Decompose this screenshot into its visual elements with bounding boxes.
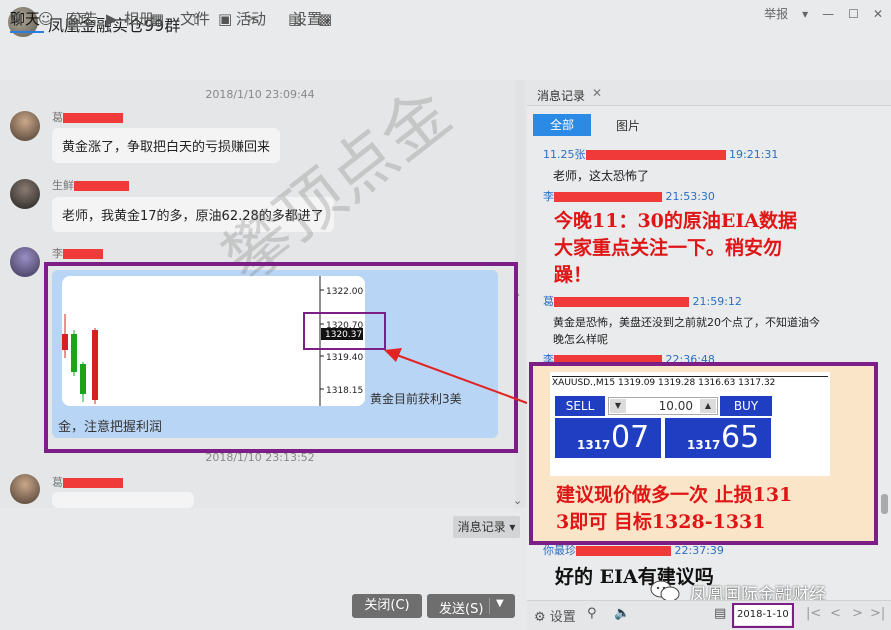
emoji-icon[interactable]: ☺: [38, 10, 54, 28]
next-page-icon[interactable]: >: [852, 606, 863, 621]
video-icon[interactable]: ▶: [106, 10, 118, 28]
maximize-icon[interactable]: ☐: [848, 7, 859, 21]
message-timestamp: 2018/1/10 23:09:44: [205, 88, 315, 101]
message-bubble: [52, 492, 194, 508]
message-bubble: 老师，我黄金17的多，原油62.28的多都进了: [52, 197, 334, 232]
gift-icon[interactable]: ▣: [218, 10, 232, 28]
highlight-frame-advice: [529, 362, 878, 545]
settings-control[interactable]: ⚙ 设置: [534, 606, 576, 625]
history-scrollbar[interactable]: [880, 137, 889, 597]
sender-name: 葛: [52, 474, 123, 490]
message-history-button[interactable]: 消息记录 ▾: [453, 516, 520, 538]
calendar-icon[interactable]: ▤: [714, 606, 726, 621]
filter-images-button[interactable]: 图片: [616, 117, 640, 134]
message-bubble: 黄金涨了，争取把白天的亏损赚回来: [52, 128, 281, 163]
history-entry-time: 21:53:30: [665, 190, 715, 203]
dropdown-icon[interactable]: ▾: [802, 7, 808, 21]
image-icon[interactable]: ▦: [150, 10, 164, 28]
history-entry-header: 葛 21:59:12: [543, 293, 742, 309]
history-entry-name: 李: [543, 190, 554, 203]
sender-name: 葛: [52, 109, 123, 125]
sender-name: 李: [52, 245, 103, 261]
sender-name-text: 李: [52, 247, 63, 260]
message-history-label: 消息记录: [457, 520, 506, 534]
highlight-frame-date: [732, 603, 794, 628]
gear-icon: ⚙: [534, 610, 546, 625]
report-link[interactable]: 举报: [764, 5, 788, 22]
active-tab-indicator: [10, 31, 44, 33]
more-icon[interactable]: ▩: [318, 10, 332, 28]
close-button[interactable]: 关闭(C): [352, 594, 422, 618]
history-tab[interactable]: 消息记录: [537, 87, 585, 104]
history-entry-header: 李 21:53:30: [543, 188, 715, 204]
scissors-icon[interactable]: ✂: [247, 10, 260, 28]
upload-icon[interactable]: ⇧: [190, 10, 203, 28]
redaction-bar: [576, 546, 671, 556]
first-page-icon[interactable]: |<: [806, 606, 821, 621]
gif-icon[interactable]: GIF: [67, 13, 90, 27]
send-options-icon[interactable]: ▼: [496, 598, 504, 609]
close-history-icon[interactable]: ✕: [592, 86, 602, 100]
prev-page-icon[interactable]: <: [830, 606, 841, 621]
history-entry-time: 22:37:39: [674, 544, 724, 557]
minimize-icon[interactable]: —: [822, 7, 834, 21]
history-entry-text: 黄金是恐怖，美盘还没到之前就20个点了，不知道油今晚怎么样呢: [553, 316, 820, 346]
redaction-bar: [63, 478, 123, 488]
history-entry-name: 11.25张: [543, 148, 586, 161]
scroll-down-icon[interactable]: ⌄: [513, 494, 522, 507]
history-entry-header: 你最珍 22:37:39: [543, 542, 724, 558]
speaker-icon[interactable]: 🔈: [614, 606, 630, 621]
history-entry-time: 21:59:12: [692, 295, 742, 308]
avatar[interactable]: [10, 111, 40, 141]
highlighted-message-line: 今晚11：30的原油EIA数据: [554, 210, 797, 232]
send-button[interactable]: 发送(S) ▼: [427, 594, 515, 618]
sender-name-text: 生鲜: [52, 179, 74, 192]
sender-name: 生鲜: [52, 177, 129, 193]
redaction-bar: [63, 113, 123, 123]
settings-label: 设置: [549, 610, 576, 625]
history-entry-text: 老师，这太恐怖了: [553, 169, 650, 183]
send-separator: [489, 598, 490, 614]
sender-name-text: 葛: [52, 476, 63, 489]
history-entry-time: 19:21:31: [729, 148, 779, 161]
window-controls: 举报 ▾ — ☐ ✕: [764, 5, 883, 22]
redaction-bar: [74, 181, 129, 191]
file-icon[interactable]: ▤: [288, 10, 302, 28]
input-toolbar: [0, 508, 527, 542]
history-scrollbar-thumb[interactable]: [881, 494, 888, 514]
history-entry-header: 11.25张 19:21:31: [543, 146, 778, 162]
highlighted-message-line: 大家重点关注一下。稍安勿: [554, 237, 783, 259]
font-icon[interactable]: A: [10, 10, 20, 28]
redaction-bar: [585, 150, 726, 160]
avatar[interactable]: [10, 179, 40, 209]
highlighted-message-line: 躁！: [554, 264, 593, 286]
tab-bar: [0, 44, 891, 80]
send-label: 发送(S): [439, 602, 484, 617]
highlight-frame-price: [303, 312, 386, 350]
history-entry-name: 葛: [543, 295, 554, 308]
last-page-icon[interactable]: >|: [870, 606, 885, 621]
filter-all-button[interactable]: 全部: [533, 114, 591, 136]
avatar[interactable]: [10, 247, 40, 277]
annotation-arrow: [384, 348, 547, 411]
sender-name-text: 葛: [52, 111, 63, 124]
close-icon[interactable]: ✕: [873, 7, 883, 21]
search-icon[interactable]: ⚲: [587, 606, 597, 621]
redaction-bar: [554, 297, 689, 307]
history-entry-name: 你最珍: [543, 544, 576, 557]
redaction-bar: [63, 249, 103, 259]
redaction-bar: [554, 192, 662, 202]
avatar[interactable]: [10, 474, 40, 504]
arrow-shaft: [393, 353, 547, 411]
